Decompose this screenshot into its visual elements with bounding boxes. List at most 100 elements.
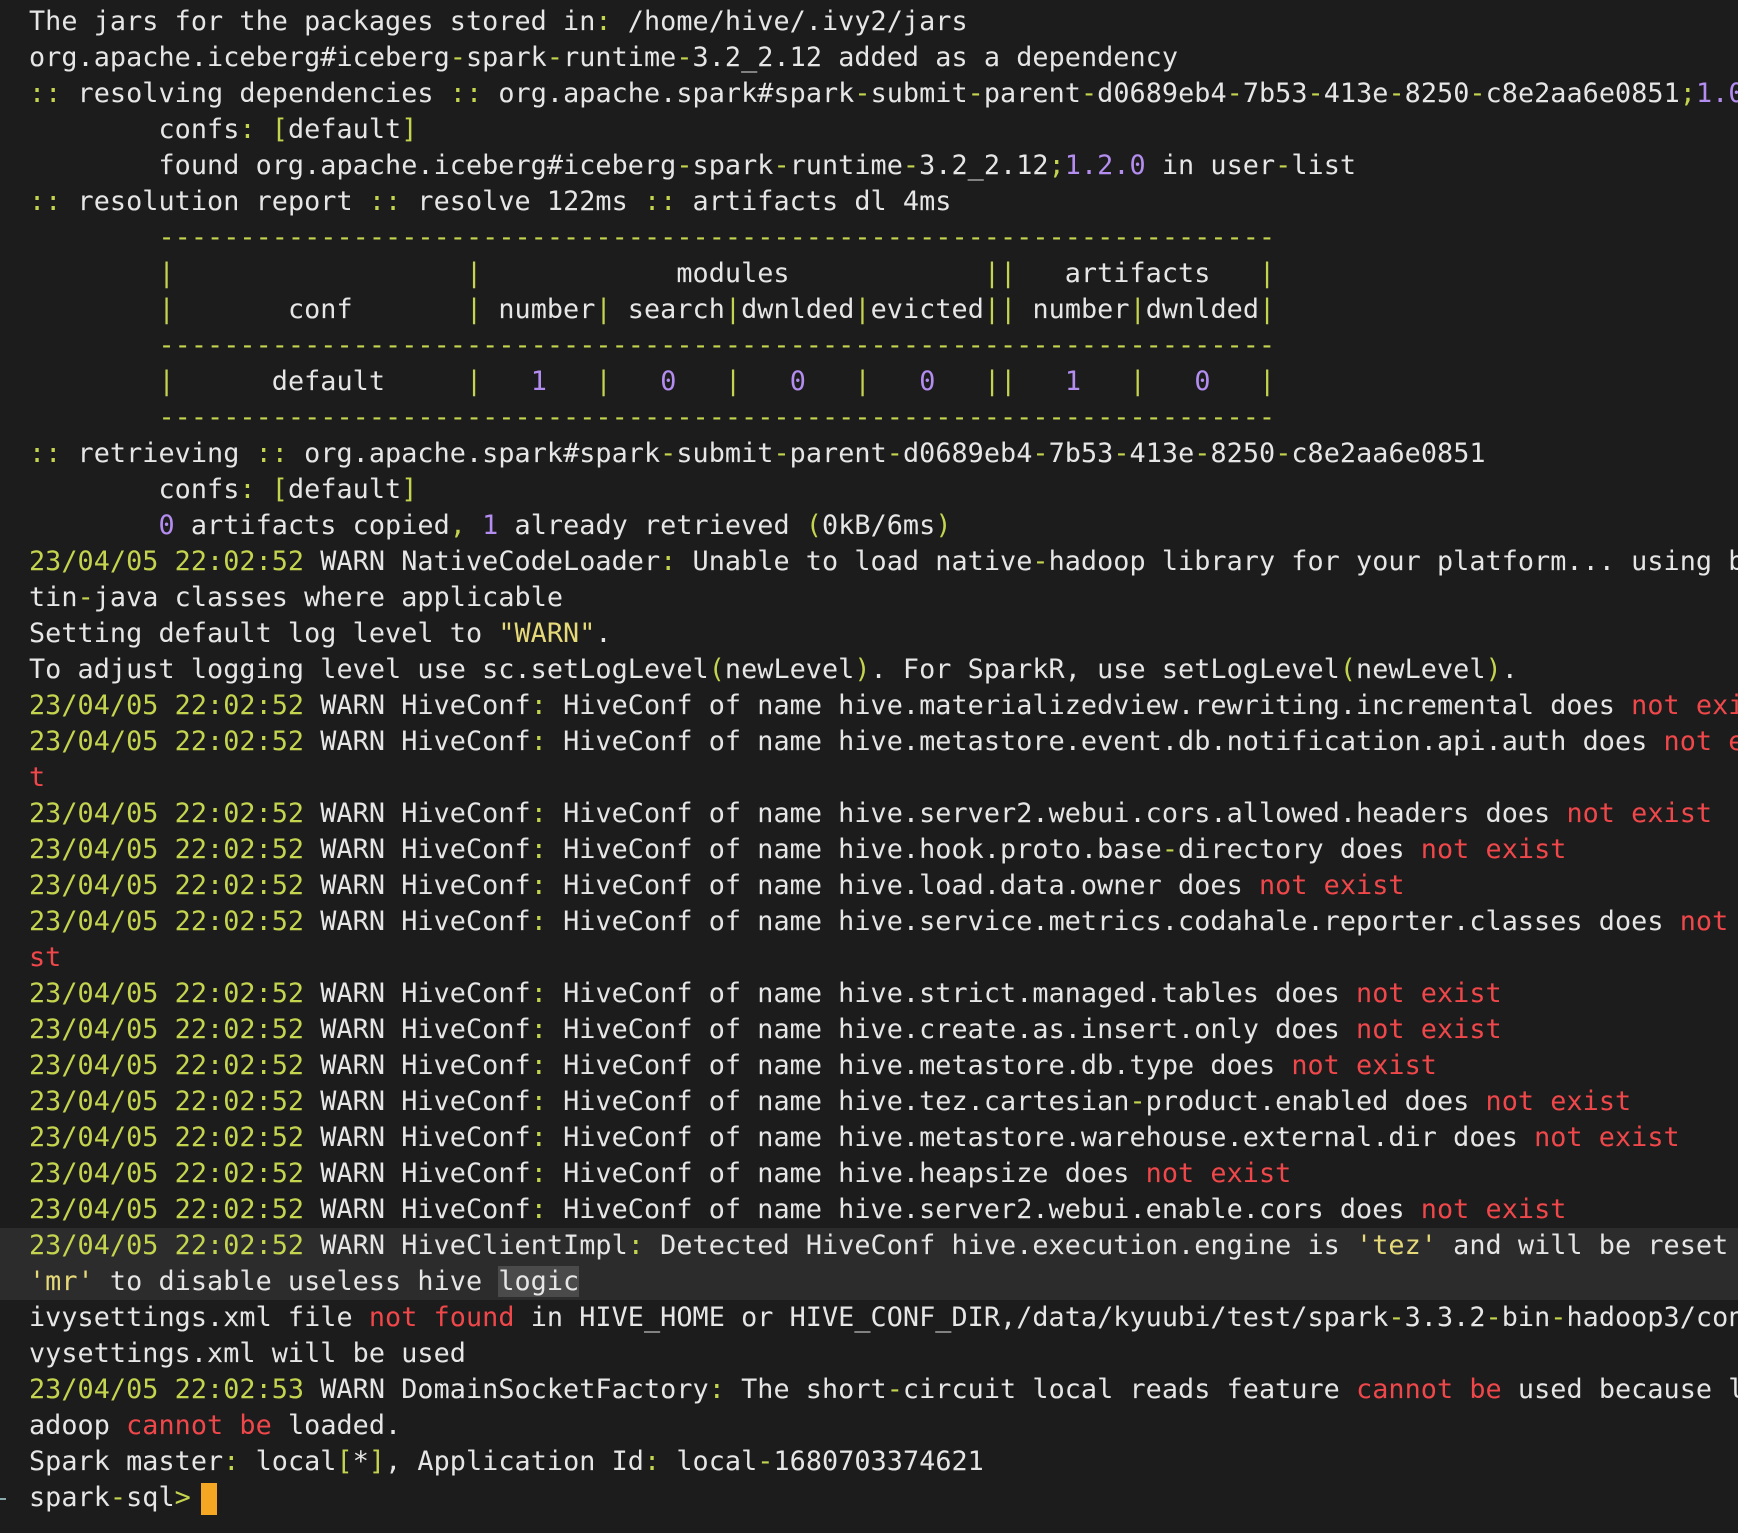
terminal-text-segment: : xyxy=(223,1446,240,1477)
terminal-line: 0 artifacts copied, 1 already retrieved … xyxy=(29,508,952,544)
terminal-text-segment: 23/04/05 22:02:52 xyxy=(29,798,305,829)
terminal-text-segment: 413e xyxy=(1129,438,1195,469)
terminal-text-segment: - xyxy=(1226,78,1243,109)
terminal-text-segment: local xyxy=(239,1446,337,1477)
terminal-text-segment: cannot be xyxy=(126,1410,272,1441)
terminal-text-segment: not exis xyxy=(1663,726,1738,757)
terminal-text-segment: : xyxy=(530,1014,547,1045)
terminal-text-segment: org.apache.iceberg#iceberg xyxy=(29,42,450,73)
terminal-text-segment: 1 xyxy=(482,510,499,541)
terminal-text-segment: | xyxy=(595,366,612,397)
terminal-text-segment: retrieving xyxy=(61,438,256,469)
terminal-text-segment: 23/04/05 22:02:52 xyxy=(29,834,305,865)
terminal-text-segment: evicted xyxy=(870,294,984,325)
terminal-text-segment: not exist xyxy=(1291,1050,1437,1081)
terminal-text-segment: not exist xyxy=(1356,978,1502,1009)
terminal-text-segment: * xyxy=(352,1446,369,1477)
terminal-line: | default | 1 | 0 | 0 | 0 || 1 | 0 | xyxy=(29,364,1275,400)
terminal-line: st xyxy=(29,940,61,976)
terminal-text-segment: | xyxy=(465,366,483,397)
terminal-text-segment: confs xyxy=(29,114,240,145)
terminal-text-segment: : xyxy=(708,1374,725,1405)
terminal-text-segment: 1.0 xyxy=(1695,78,1738,109)
terminal-line: confs: [default] xyxy=(29,472,417,508)
terminal-line: To adjust logging level use sc.setLogLev… xyxy=(29,652,1518,688)
terminal-text-segment: product.enabled does xyxy=(1145,1086,1486,1117)
terminal-text-segment: parent xyxy=(983,78,1081,109)
terminal-text-segment: WARN HiveConf xyxy=(304,1086,531,1117)
terminal-text-segment: 1 xyxy=(1064,366,1082,397)
terminal-text-segment: 0 xyxy=(789,366,806,397)
terminal-text-segment: 'tez' xyxy=(1356,1230,1437,1261)
terminal-text-segment: : xyxy=(530,690,547,721)
terminal-text-segment: ] xyxy=(368,1446,386,1477)
prompt-marker xyxy=(0,1498,6,1500)
terminal-text-segment: - xyxy=(1129,1086,1146,1117)
terminal-line: 23/04/05 22:02:52 WARN HiveConf: HiveCon… xyxy=(29,688,1738,724)
terminal-text-segment: 23/04/05 22:02:52 xyxy=(29,726,305,757)
terminal-text-segment: , Application Id xyxy=(385,1446,644,1477)
terminal-line: 23/04/05 22:02:52 WARN HiveConf: HiveCon… xyxy=(29,976,1502,1012)
terminal-text-segment: - xyxy=(109,1482,127,1513)
terminal-text-segment: | xyxy=(1259,366,1276,397)
terminal-text-segment: newLevel xyxy=(1356,654,1486,685)
terminal-text-segment: WARN HiveConf xyxy=(304,978,531,1009)
terminal-text-segment: - xyxy=(1113,438,1130,469)
terminal-text-segment: ( xyxy=(1339,654,1357,685)
terminal-text-segment: [ xyxy=(271,114,288,145)
terminal-text-segment: - xyxy=(1550,1302,1567,1333)
terminal-text-segment: : xyxy=(530,1194,547,1225)
terminal-text-segment: ivysettings.xml file xyxy=(29,1302,369,1333)
terminal-text-segment: HiveConf of name hive.server2.webui.enab… xyxy=(546,1194,1421,1225)
terminal-text-segment: :: xyxy=(449,78,483,109)
terminal-line: The jars for the packages stored in: /ho… xyxy=(29,4,968,40)
terminal-line: | | modules || artifacts | xyxy=(29,256,1275,292)
terminal-line: ----------------------------------------… xyxy=(29,220,1275,256)
terminal-text-segment: HiveConf of name hive.metastore.warehous… xyxy=(546,1122,1535,1153)
terminal-text-segment: modules xyxy=(482,258,984,289)
terminal-text-segment: :: xyxy=(29,438,62,469)
terminal-text-segment: c8e2aa6e0851 xyxy=(1485,78,1680,109)
terminal-text-segment: WARN HiveConf xyxy=(304,906,531,937)
terminal-text-segment: number xyxy=(482,294,596,325)
terminal-text-segment: - xyxy=(676,150,693,181)
terminal-text-segment: :: xyxy=(643,186,677,217)
terminal-text-segment: 23/04/05 22:02:52 xyxy=(29,1014,305,1045)
terminal-text-segment: ; xyxy=(1679,78,1696,109)
terminal-text-segment: st xyxy=(29,942,62,973)
terminal-text-segment: 23/04/05 22:02:52 xyxy=(29,1158,305,1189)
terminal-line: 'mr' to disable useless hive logic xyxy=(0,1264,1738,1300)
terminal-text-segment: default xyxy=(287,474,402,505)
terminal-line: Spark master: local[*], Application Id: … xyxy=(29,1444,984,1480)
terminal-line: 23/04/05 22:02:52 WARN HiveConf: HiveCon… xyxy=(29,1156,1291,1192)
terminal-text-segment: WARN HiveConf xyxy=(304,1194,531,1225)
terminal-text-segment: : xyxy=(530,906,547,937)
terminal-window[interactable]: The jars for the packages stored in: /ho… xyxy=(0,0,1738,1533)
terminal-text-segment: 8250 xyxy=(1404,78,1470,109)
terminal-text-segment: org.apache.spark#spark xyxy=(482,78,855,109)
terminal-text-segment: 413e xyxy=(1323,78,1389,109)
terminal-text-segment: | xyxy=(1129,366,1146,397)
terminal-text-segment: vysettings.xml will be used xyxy=(29,1338,466,1369)
terminal-line: Setting default log level to "WARN". xyxy=(29,616,612,652)
terminal-text-segment: dwnlded xyxy=(741,294,855,325)
terminal-line: 23/04/05 22:02:52 WARN HiveConf: HiveCon… xyxy=(29,796,1712,832)
terminal-text-segment: logic xyxy=(498,1266,580,1297)
terminal-text-segment: not exist xyxy=(1258,870,1405,901)
terminal-text-segment: || xyxy=(983,294,1017,325)
terminal-text-segment: 23/04/05 22:02:52 xyxy=(29,690,305,721)
terminal-text-segment: HiveConf of name hive.server2.webui.cors… xyxy=(546,798,1567,829)
terminal-line: org.apache.iceberg#iceberg-spark-runtime… xyxy=(29,40,1178,76)
terminal-text-segment: loaded. xyxy=(271,1410,402,1441)
terminal-text-segment: submit xyxy=(870,78,968,109)
